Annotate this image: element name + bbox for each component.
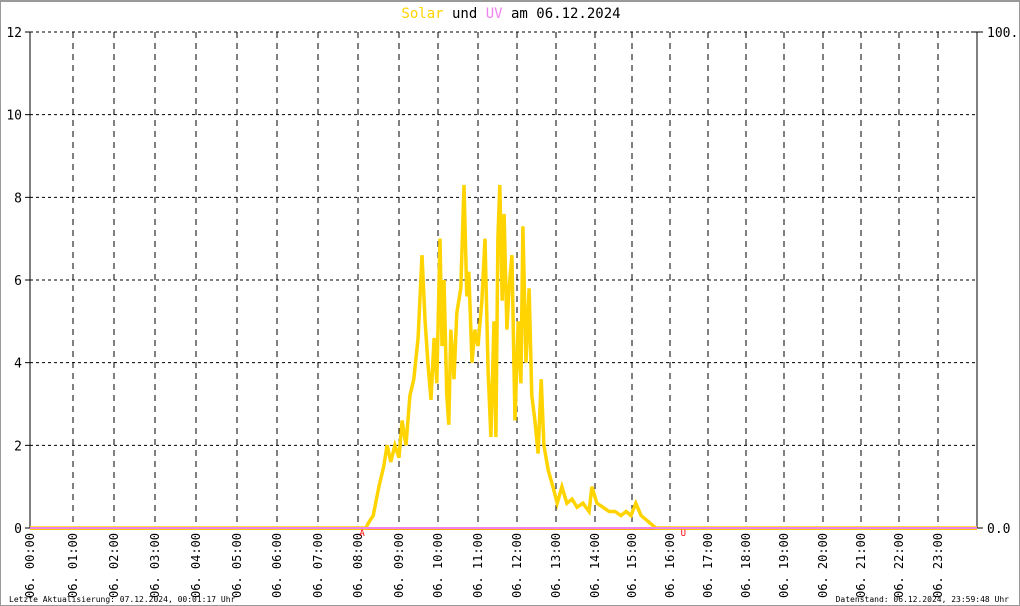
x-tick-label: 06. 02:00	[107, 533, 121, 598]
y-tick-label: 12	[6, 26, 22, 41]
x-tick-label: 06. 21:00	[854, 533, 868, 598]
x-tick-label: 06. 00:00	[23, 533, 37, 598]
right-tick-label: 100.0	[987, 26, 1020, 41]
x-tick-label: 06. 18:00	[739, 533, 753, 598]
sunrise-marker: A	[359, 529, 365, 539]
x-tick-label: 06. 08:00	[351, 533, 365, 598]
x-tick-label: 06. 10:00	[431, 533, 445, 598]
sunset-marker: U	[681, 529, 686, 539]
chart-plot: 0 2 4 6 8 10 12 06. 00:00 06. 01:00 06. 02:00 06. …	[6, 26, 1020, 598]
x-tick-label: 06. 16:00	[663, 533, 677, 598]
x-tick-label: 06. 13:00	[549, 533, 563, 598]
x-tick-label: 06. 01:00	[66, 533, 80, 598]
y-tick-label: 4	[14, 357, 22, 372]
right-tick-label: 0.0	[987, 522, 1010, 537]
y-tick-label: 8	[14, 191, 22, 206]
x-tick-label: 06. 04:00	[189, 533, 203, 598]
y-tick-label: 2	[14, 439, 22, 454]
x-tick-label: 06. 23:00	[931, 533, 945, 598]
chart-window: Solar und UV am 06.12.2024 0 2 4 6 8 10 12 06. …	[0, 0, 1020, 606]
y-tick-label: 6	[14, 274, 22, 289]
x-tick-label: 06. 03:00	[148, 533, 162, 598]
x-tick-label: 06. 17:00	[701, 533, 715, 598]
x-tick-label: 06. 22:00	[892, 533, 906, 598]
x-tick-label: 06. 06:00	[270, 533, 284, 598]
y-tick-label: 10	[6, 109, 22, 124]
x-tick-label: 06. 14:00	[588, 533, 602, 598]
series-solar-line	[30, 184, 977, 530]
x-tick-label: 06. 07:00	[311, 533, 325, 598]
footer-last-update: Letzte Aktualisierung: 07.12.2024, 00:01…	[9, 595, 236, 604]
x-tick-label: 06. 15:00	[625, 533, 639, 598]
x-tick-label: 06. 19:00	[777, 533, 791, 598]
x-tick-label: 06. 12:00	[510, 533, 524, 598]
x-tick-label: 06. 11:00	[471, 533, 485, 598]
x-tick-label: 06. 05:00	[230, 533, 244, 598]
y-tick-label: 0	[14, 522, 22, 537]
x-tick-label: 06. 09:00	[392, 533, 406, 598]
footer-data-status: Datenstand: 06.12.2024, 23:59:48 Uhr	[835, 595, 1009, 604]
x-tick-label: 06. 20:00	[816, 533, 830, 598]
